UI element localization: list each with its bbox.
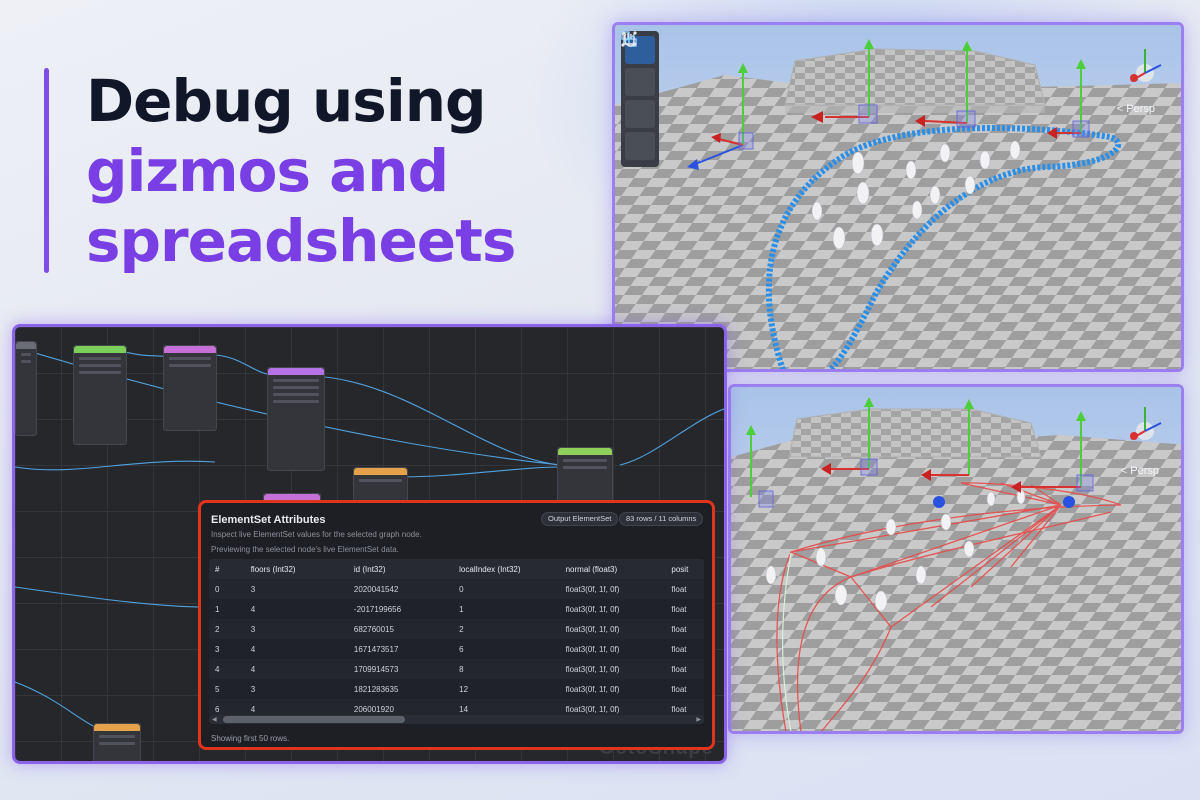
graph-node[interactable] — [163, 345, 217, 431]
scene-render-gizmos — [615, 25, 1181, 369]
cell: 682760015 — [347, 619, 454, 639]
cell: float3(0f, 1f, 0f) — [559, 619, 666, 639]
cell: 2 — [209, 619, 245, 639]
headline-line-2: gizmos and — [86, 137, 449, 205]
element-set-attributes-panel: ElementSet Attributes Inspect live Eleme… — [198, 500, 715, 750]
column-header[interactable]: floors (Int32) — [244, 559, 348, 579]
headline-line-3: spreadsheets — [86, 207, 516, 275]
cell: 4 — [244, 639, 348, 659]
cell: float — [665, 659, 704, 679]
table-row[interactable]: 0 3 2020041542 0 float3(0f, 1f, 0f) float — [209, 579, 704, 599]
cell: float — [665, 679, 704, 699]
cell: float3(0f, 1f, 0f) — [559, 599, 666, 619]
cell: 0 — [209, 579, 245, 599]
column-header[interactable]: id (Int32) — [347, 559, 454, 579]
headline-line-1: Debug using — [86, 67, 487, 135]
cell: 3 — [244, 579, 348, 599]
column-header[interactable]: localIndex (Int32) — [453, 559, 560, 579]
panel-preview-note: Previewing the selected node's live Elem… — [211, 545, 399, 554]
table-row[interactable]: 2 3 682760015 2 float3(0f, 1f, 0f) float — [209, 619, 704, 639]
cell: float — [665, 579, 704, 599]
cell: 1 — [453, 599, 560, 619]
cell: 1821283635 — [347, 679, 454, 699]
graph-node-output[interactable] — [557, 447, 613, 503]
cell: float3(0f, 1f, 0f) — [559, 579, 666, 599]
row-column-count-badge: 83 rows / 11 columns — [619, 512, 704, 526]
graph-node[interactable] — [93, 723, 141, 761]
cell: float3(0f, 1f, 0f) — [559, 639, 666, 659]
scrollbar-thumb[interactable] — [223, 716, 405, 723]
graph-node[interactable] — [73, 345, 127, 445]
graph-node[interactable] — [353, 467, 408, 503]
cell: 3 — [209, 639, 245, 659]
hand-pan-icon[interactable] — [624, 33, 655, 96]
panel-subtitle: Inspect live ElementSet values for the s… — [211, 530, 422, 539]
table-row[interactable]: 3 4 1671473517 6 float3(0f, 1f, 0f) float — [209, 639, 704, 659]
output-elementset-badge[interactable]: Output ElementSet — [541, 512, 619, 526]
cell: -2017199656 — [347, 599, 454, 619]
attributes-table[interactable]: # floors (Int32) id (Int32) localIndex (… — [209, 559, 704, 724]
scroll-right-arrow-icon[interactable]: ▶ — [696, 716, 701, 723]
cell: 2020041542 — [347, 579, 454, 599]
cell: float — [665, 619, 704, 639]
scroll-left-arrow-icon[interactable]: ◀ — [212, 716, 217, 723]
view-mode-label[interactable]: < Persp — [1121, 465, 1159, 477]
scene-toolbar — [621, 31, 659, 167]
cell: 4 — [244, 599, 348, 619]
cell: 3 — [244, 619, 348, 639]
cell: 1709914573 — [347, 659, 454, 679]
cell: 0 — [453, 579, 560, 599]
cell: 6 — [453, 639, 560, 659]
cell: 3 — [244, 679, 348, 699]
cell: 12 — [453, 679, 560, 699]
cell: 1 — [209, 599, 245, 619]
horizontal-scrollbar[interactable]: ◀ ▶ — [209, 715, 704, 724]
table-row[interactable]: 5 3 1821283635 12 float3(0f, 1f, 0f) float — [209, 679, 704, 699]
cell: 4 — [209, 659, 245, 679]
cell: float — [665, 639, 704, 659]
table-row[interactable]: 4 4 1709914573 8 float3(0f, 1f, 0f) float — [209, 659, 704, 679]
cell: float — [665, 599, 704, 619]
cell: float3(0f, 1f, 0f) — [559, 679, 666, 699]
cell: float3(0f, 1f, 0f) — [559, 659, 666, 679]
cell: 1671473517 — [347, 639, 454, 659]
column-header[interactable]: # — [209, 559, 245, 579]
cell: 4 — [244, 659, 348, 679]
cell: 2 — [453, 619, 560, 639]
column-header[interactable]: normal (float3) — [559, 559, 666, 579]
scene-viewport-gizmos[interactable]: < Persp — [612, 22, 1184, 372]
panel-title: ElementSet Attributes — [211, 514, 326, 526]
table-header-row: # floors (Int32) id (Int32) localIndex (… — [209, 559, 704, 579]
panel-footer-note: Showing first 50 rows. — [211, 734, 290, 743]
headline-accent-bar — [44, 68, 49, 273]
column-header[interactable]: posit — [665, 559, 704, 579]
cell: 5 — [209, 679, 245, 699]
graph-node[interactable] — [267, 367, 325, 471]
curve-edit-icon[interactable] — [621, 31, 655, 160]
table-row[interactable]: 1 4 -2017199656 1 float3(0f, 1f, 0f) float — [209, 599, 704, 619]
headline: Debug using gizmos and spreadsheets — [86, 66, 516, 276]
axis-move-icon[interactable] — [621, 31, 655, 128]
scene-render-debug — [731, 387, 1181, 731]
cell: 8 — [453, 659, 560, 679]
scene-viewport-debug-lines[interactable]: < Persp — [728, 384, 1184, 734]
view-mode-label[interactable]: < Persp — [1117, 103, 1155, 115]
graph-node[interactable] — [15, 341, 37, 436]
